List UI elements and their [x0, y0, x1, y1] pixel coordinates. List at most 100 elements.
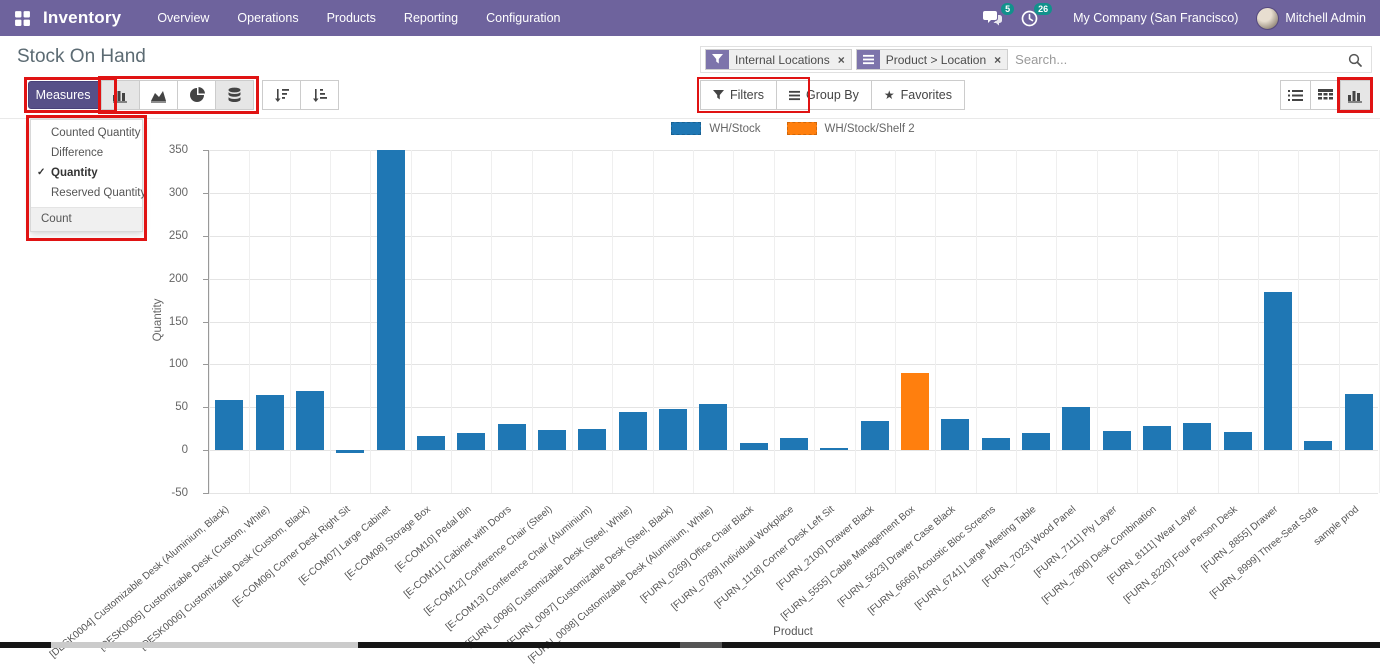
- menu-overview[interactable]: Overview: [143, 0, 223, 36]
- bar-chart-plot-area: [208, 150, 1378, 493]
- menu-item-count[interactable]: Count: [31, 208, 142, 231]
- bar[interactable]: [215, 400, 243, 451]
- search-options: Filters Group By ★ Favorites: [701, 80, 965, 110]
- gridline: [451, 150, 452, 493]
- gridline: [612, 150, 613, 493]
- sort-ascending-icon[interactable]: [300, 80, 339, 110]
- menu-reporting[interactable]: Reporting: [390, 0, 472, 36]
- bar[interactable]: [1022, 433, 1050, 450]
- bar[interactable]: [699, 404, 727, 450]
- bar[interactable]: [377, 150, 405, 450]
- bar[interactable]: [1143, 426, 1171, 450]
- top-navbar: Inventory Overview Operations Products R…: [0, 0, 1380, 36]
- filters-button[interactable]: Filters: [700, 80, 777, 110]
- search-facet-product-location: Product > Location ×: [856, 49, 1008, 70]
- search-facet-internal-locations: Internal Locations ×: [705, 49, 852, 70]
- bar[interactable]: [780, 438, 808, 450]
- bar[interactable]: [659, 409, 687, 450]
- x-tick-label: [DESK0004] Customizable Desk (Aluminium,…: [48, 504, 231, 660]
- menu-item-reserved-quantity[interactable]: Reserved Quantity: [31, 183, 142, 203]
- filter-icon: [713, 90, 724, 101]
- menu-item-quantity[interactable]: ✓ Quantity: [31, 163, 142, 183]
- bar[interactable]: [619, 412, 647, 450]
- favorites-button[interactable]: ★ Favorites: [871, 80, 965, 110]
- y-axis-tick-labels: 350300250200150100500-50: [150, 150, 196, 493]
- x-tick-label: [E-COM13] Conference Chair (Aluminium): [444, 504, 595, 633]
- bar[interactable]: [1183, 423, 1211, 450]
- bar[interactable]: [982, 438, 1010, 450]
- bar[interactable]: [1264, 292, 1292, 450]
- y-tick-label: 200: [142, 273, 188, 285]
- scrollbar-segment: [680, 642, 722, 648]
- bar[interactable]: [417, 436, 445, 451]
- gridline: [1177, 150, 1178, 493]
- bar[interactable]: [820, 448, 848, 450]
- legend-entry-wh-stock-shelf2[interactable]: WH/Stock/Shelf 2: [787, 122, 915, 135]
- bar[interactable]: [498, 424, 526, 450]
- gridline: [209, 450, 1378, 451]
- bar[interactable]: [1304, 441, 1332, 450]
- pivot-view-button[interactable]: [1310, 80, 1341, 110]
- bar[interactable]: [901, 373, 929, 450]
- gridline: [290, 150, 291, 493]
- bar[interactable]: [578, 429, 606, 450]
- stacked-toggle-button[interactable]: [215, 80, 254, 110]
- bar[interactable]: [296, 391, 324, 450]
- sort-descending-icon[interactable]: [262, 80, 301, 110]
- chart-legend: WH/Stock WH/Stock/Shelf 2: [208, 122, 1378, 135]
- menu-operations[interactable]: Operations: [223, 0, 312, 36]
- pie-chart-mode-button[interactable]: [177, 80, 216, 110]
- y-tick-mark: [203, 493, 209, 494]
- bar[interactable]: [1103, 431, 1131, 450]
- app-title[interactable]: Inventory: [43, 8, 121, 28]
- gridline: [1258, 150, 1259, 493]
- messages-icon[interactable]: 5: [983, 10, 1003, 26]
- gridline: [491, 150, 492, 493]
- gridline: [935, 150, 936, 493]
- messages-badge: 5: [1001, 3, 1014, 15]
- gridline: [370, 150, 371, 493]
- bar[interactable]: [740, 443, 768, 450]
- remove-facet-icon[interactable]: ×: [836, 53, 851, 67]
- bar[interactable]: [538, 430, 566, 450]
- y-tick-label: 0: [142, 444, 188, 456]
- gridline: [209, 493, 1378, 494]
- star-icon: ★: [884, 88, 895, 102]
- menu-item-counted-quantity[interactable]: Counted Quantity: [31, 123, 142, 143]
- gridline: [1016, 150, 1017, 493]
- gridline: [411, 150, 412, 493]
- user-avatar: [1256, 7, 1279, 30]
- remove-facet-icon[interactable]: ×: [992, 53, 1007, 67]
- bar-chart-mode-button[interactable]: [101, 80, 140, 110]
- activities-clock-icon[interactable]: 26: [1021, 10, 1041, 26]
- line-chart-mode-button[interactable]: [139, 80, 178, 110]
- company-switcher[interactable]: My Company (San Francisco): [1073, 11, 1238, 25]
- bar[interactable]: [336, 450, 364, 453]
- gridline: [532, 150, 533, 493]
- measures-dropdown-menu: Counted Quantity Difference ✓ Quantity R…: [30, 119, 143, 232]
- menu-item-difference[interactable]: Difference: [31, 143, 142, 163]
- bar[interactable]: [861, 421, 889, 450]
- bar[interactable]: [457, 433, 485, 450]
- user-menu[interactable]: Mitchell Admin: [1256, 7, 1366, 30]
- bar[interactable]: [941, 419, 969, 450]
- bar[interactable]: [1062, 407, 1090, 450]
- bar[interactable]: [1345, 394, 1373, 451]
- horizontal-scrollbar[interactable]: [0, 642, 1380, 648]
- legend-entry-wh-stock[interactable]: WH/Stock: [671, 122, 760, 135]
- gridline: [855, 150, 856, 493]
- graph-view-button[interactable]: [1340, 80, 1371, 110]
- gridline: [1056, 150, 1057, 493]
- bar[interactable]: [256, 395, 284, 450]
- gridline: [249, 150, 250, 493]
- list-view-button[interactable]: [1280, 80, 1311, 110]
- search-input[interactable]: Search...: [1015, 52, 1348, 67]
- search-icon[interactable]: [1348, 53, 1362, 67]
- scrollbar-thumb[interactable]: [51, 642, 358, 648]
- menu-products[interactable]: Products: [313, 0, 390, 36]
- bar[interactable]: [1224, 432, 1252, 450]
- search-bar[interactable]: Internal Locations × Product > Location …: [700, 46, 1372, 73]
- group-by-button[interactable]: Group By: [776, 80, 872, 110]
- apps-grid-icon[interactable]: [14, 10, 31, 27]
- menu-configuration[interactable]: Configuration: [472, 0, 574, 36]
